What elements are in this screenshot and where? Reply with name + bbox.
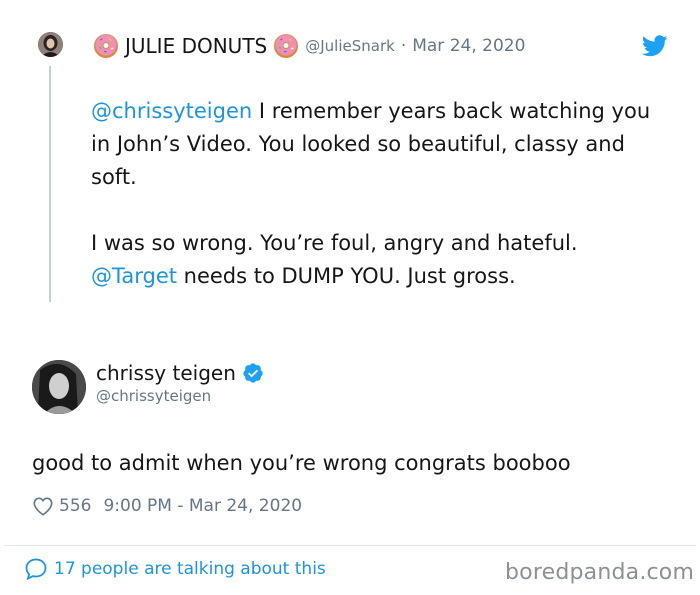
parent-paragraph-2-text: I was so wrong. You’re foul, angry and h… bbox=[91, 231, 578, 255]
reply-handle[interactable]: @chrissyteigen bbox=[96, 387, 211, 405]
parent-paragraph-2: I was so wrong. You’re foul, angry and h… bbox=[91, 227, 671, 293]
reply-tweet-text: good to admit when you’re wrong congrats… bbox=[32, 451, 571, 475]
mention-target[interactable]: @Target bbox=[91, 264, 177, 288]
mention-chrissyteigen[interactable]: @chrissyteigen bbox=[91, 99, 252, 123]
twitter-bird-icon[interactable] bbox=[642, 35, 668, 57]
parent-date[interactable]: Mar 24, 2020 bbox=[412, 36, 525, 56]
boredpanda-watermark: boredpanda.com bbox=[505, 560, 695, 585]
talking-about-link[interactable]: 17 people are talking about this bbox=[24, 557, 326, 581]
heart-icon[interactable] bbox=[32, 496, 54, 516]
speech-bubble-icon bbox=[25, 558, 47, 581]
header-separator: · bbox=[400, 36, 407, 56]
profile-photo-icon bbox=[32, 360, 86, 414]
footer-divider bbox=[4, 545, 696, 546]
woman-avatar-icon bbox=[38, 32, 63, 57]
tweet-embed-card: JULIE DONUTS @JulieSnark · Mar 24, 2020 … bbox=[0, 0, 700, 595]
like-count[interactable]: 556 bbox=[59, 496, 91, 516]
reply-display-name[interactable]: chrissy teigen bbox=[96, 361, 236, 385]
reply-timestamp[interactable]: 9:00 PM - Mar 24, 2020 bbox=[103, 496, 302, 516]
talking-count-text: 17 people are talking about this bbox=[54, 559, 326, 579]
parent-tweet-text: @chrissyteigen I remember years back wat… bbox=[91, 95, 671, 293]
reply-name-row: chrissy teigen bbox=[96, 361, 264, 385]
parent-display-name[interactable]: JULIE DONUTS bbox=[125, 34, 267, 58]
verified-badge-icon bbox=[243, 363, 263, 383]
thread-line bbox=[49, 66, 51, 302]
reply-avatar[interactable] bbox=[32, 360, 86, 414]
parent-tweet-header: JULIE DONUTS @JulieSnark · Mar 24, 2020 bbox=[93, 33, 525, 59]
donut-emoji bbox=[94, 34, 118, 58]
parent-avatar[interactable] bbox=[38, 32, 63, 57]
parent-handle[interactable]: @JulieSnark bbox=[305, 37, 395, 55]
parent-paragraph-1: @chrissyteigen I remember years back wat… bbox=[91, 95, 671, 194]
donut-emoji bbox=[274, 34, 299, 58]
reply-meta-row: 556 9:00 PM - Mar 24, 2020 bbox=[32, 496, 302, 516]
parent-paragraph-2-rest: needs to DUMP YOU. Just gross. bbox=[176, 264, 516, 288]
